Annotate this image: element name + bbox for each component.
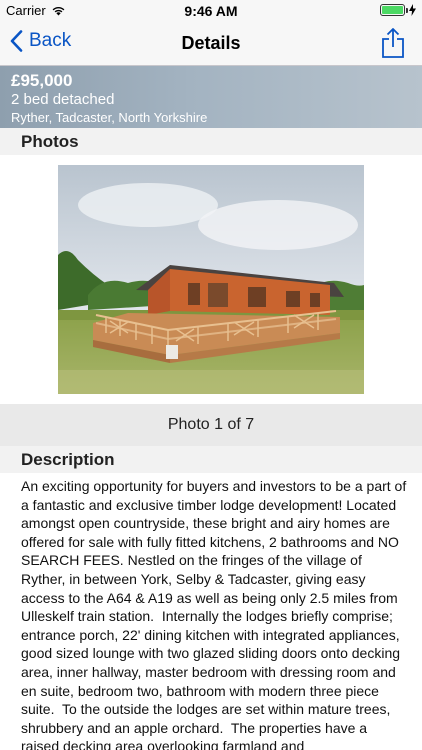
battery-fill bbox=[382, 6, 403, 14]
lodge-photo-image bbox=[58, 165, 364, 394]
photo-counter: Photo 1 of 7 bbox=[0, 404, 422, 446]
status-time: 9:46 AM bbox=[184, 3, 238, 19]
listing-type: 2 bed detached bbox=[11, 91, 115, 108]
listing-price: £95,000 bbox=[11, 71, 73, 90]
property-photo[interactable] bbox=[58, 165, 364, 394]
status-bar: Carrier 9:46 AM bbox=[0, 0, 422, 22]
listing-location: Ryther, Tadcaster, North Yorkshire bbox=[11, 110, 208, 125]
photos-section-header: Photos bbox=[0, 128, 422, 155]
photo-area bbox=[0, 155, 422, 404]
charging-bolt-icon bbox=[409, 4, 416, 16]
battery-tip bbox=[406, 8, 408, 13]
navigation-bar: Back Details bbox=[0, 22, 422, 66]
status-right bbox=[380, 4, 416, 16]
battery-icon bbox=[380, 4, 408, 16]
listing-banner: £95,000 2 bed detached Ryther, Tadcaster… bbox=[0, 66, 422, 128]
description-section-header: Description bbox=[0, 446, 422, 473]
share-icon bbox=[382, 28, 404, 58]
description-header-label: Description bbox=[21, 450, 115, 469]
description-text: An exciting opportunity for buyers and i… bbox=[21, 478, 411, 750]
photos-header-label: Photos bbox=[21, 132, 79, 151]
share-button[interactable] bbox=[380, 27, 406, 59]
page-title: Details bbox=[181, 33, 241, 53]
